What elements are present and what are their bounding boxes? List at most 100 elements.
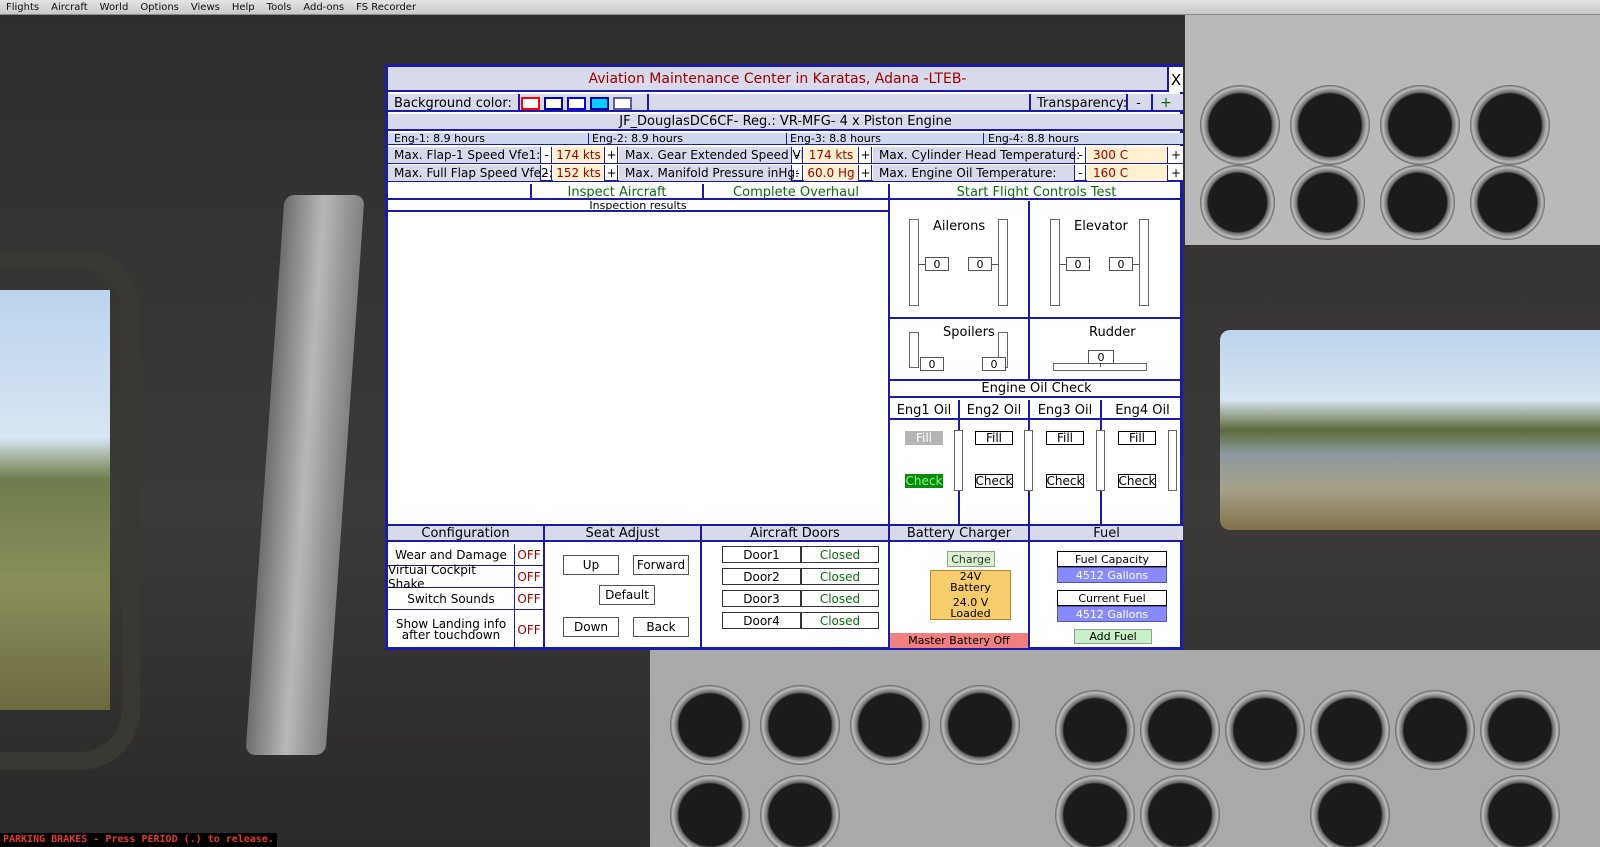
engine-2-hours: Eng-2: 8.9 hours xyxy=(592,132,683,145)
door3-toggle[interactable]: Closed xyxy=(801,590,879,607)
eng4-oil-fill-button[interactable]: Fill xyxy=(1118,431,1156,445)
eng1-oil-check-button[interactable]: Check xyxy=(905,474,943,488)
oil-temp-decrease[interactable]: - xyxy=(1076,165,1086,181)
flap1-speed-value: 174 kts xyxy=(553,147,605,163)
spoiler-left-value: 0 xyxy=(920,357,944,371)
menu-options[interactable]: Options xyxy=(140,2,179,13)
flap1-speed-increase[interactable]: + xyxy=(606,147,618,163)
gauge-instrument xyxy=(1200,85,1280,165)
engine-3-hours: Eng-3: 8.8 hours xyxy=(790,132,881,145)
landing-info-toggle[interactable]: OFF xyxy=(515,610,543,650)
eng2-oil-fill-button[interactable]: Fill xyxy=(975,431,1013,445)
gauge-instrument xyxy=(940,685,1020,765)
eng3-oil-check-button[interactable]: Check xyxy=(1046,474,1084,488)
eng4-oil-check-button[interactable]: Check xyxy=(1118,474,1156,488)
full-flap-speed-increase[interactable]: + xyxy=(606,165,618,181)
background-color-label: Background color: xyxy=(394,95,512,111)
complete-overhaul-button[interactable]: Complete Overhaul xyxy=(704,184,888,200)
door4-toggle[interactable]: Closed xyxy=(801,612,879,629)
gear-speed-value: 174 kts xyxy=(804,147,859,163)
eng2-oil-level xyxy=(1024,430,1033,491)
cylinder-temp-increase[interactable]: + xyxy=(1169,147,1183,163)
menu-views[interactable]: Views xyxy=(191,2,220,13)
flap1-speed-decrease[interactable]: - xyxy=(542,147,552,163)
start-flight-controls-test-label: Start Flight Controls Test xyxy=(956,184,1117,200)
aircraft-doors-title: Aircraft Doors xyxy=(750,525,840,541)
gear-speed-label: Max. Gear Extended Speed Vle: xyxy=(619,147,815,163)
transparency-decrease-button[interactable]: - xyxy=(1126,94,1149,112)
wear-damage-toggle[interactable]: OFF xyxy=(515,544,543,565)
menu-help[interactable]: Help xyxy=(232,2,255,13)
seat-forward-button[interactable]: Forward xyxy=(633,555,689,575)
switch-sounds-toggle[interactable]: OFF xyxy=(515,588,543,609)
seat-up-button[interactable]: Up xyxy=(563,555,619,575)
current-fuel-label: Current Fuel xyxy=(1057,590,1167,606)
menu-tools[interactable]: Tools xyxy=(267,2,292,13)
menu-aircraft[interactable]: Aircraft xyxy=(51,2,88,13)
menu-bar: Flights Aircraft World Options Views Hel… xyxy=(0,0,1600,15)
elevator-label: Elevator xyxy=(1074,219,1128,234)
seat-default-button[interactable]: Default xyxy=(599,585,655,605)
gauge-instrument xyxy=(1480,775,1560,847)
cockpit-shake-toggle[interactable]: OFF xyxy=(515,566,543,587)
current-fuel-value: 4512 Gallons xyxy=(1057,606,1167,622)
eng2-oil-check-button[interactable]: Check xyxy=(975,474,1013,488)
inspect-aircraft-button[interactable]: Inspect Aircraft xyxy=(532,184,702,200)
elevator-right-value: 0 xyxy=(1109,257,1133,271)
full-flap-speed-decrease[interactable]: - xyxy=(542,165,552,181)
add-fuel-button[interactable]: Add Fuel xyxy=(1074,629,1152,644)
transparency-increase-button[interactable]: + xyxy=(1151,94,1179,112)
eng4-oil-label: Eng4 Oil xyxy=(1115,402,1170,418)
eng3-oil-fill-button[interactable]: Fill xyxy=(1046,431,1084,445)
menu-add-ons[interactable]: Add-ons xyxy=(303,2,344,13)
gear-speed-decrease[interactable]: - xyxy=(793,147,803,163)
cylinder-temp-label: Max. Cylinder Head Temperature: xyxy=(873,147,1080,163)
background-swatch-red[interactable] xyxy=(521,97,540,110)
bottom-divider xyxy=(543,526,545,650)
manifold-pressure-increase[interactable]: + xyxy=(860,165,872,181)
configuration-header: Configuration xyxy=(388,526,543,542)
close-button[interactable]: X xyxy=(1167,67,1183,92)
seat-down-button[interactable]: Down xyxy=(563,617,619,637)
background-swatch-blue[interactable] xyxy=(567,97,586,110)
engine-oil-title: Engine Oil Check xyxy=(981,381,1092,396)
swatch-panel-divider xyxy=(647,94,649,112)
door2-toggle[interactable]: Closed xyxy=(801,568,879,585)
bottom-divider xyxy=(888,526,890,650)
door4-label: Door4 xyxy=(722,612,801,629)
eng2-oil-label: Eng2 Oil xyxy=(966,402,1022,418)
manifold-pressure-decrease[interactable]: - xyxy=(793,165,803,181)
charge-button[interactable]: Charge xyxy=(947,551,995,567)
bottom-divider xyxy=(700,526,702,650)
gauge-instrument xyxy=(850,685,930,765)
background-swatch-cyan[interactable] xyxy=(590,97,609,110)
left-right-divider xyxy=(888,184,890,524)
gauge-instrument xyxy=(1380,85,1460,165)
eng3-oil-label: Eng3 Oil xyxy=(1037,402,1093,418)
aircraft-doors-header: Aircraft Doors xyxy=(702,526,888,542)
battery-charger-header: Battery Charger xyxy=(890,526,1028,542)
menu-fs-recorder[interactable]: FS Recorder xyxy=(356,2,416,13)
menu-flights[interactable]: Flights xyxy=(6,2,39,13)
door1-label: Door1 xyxy=(722,546,801,563)
cylinder-temp-decrease[interactable]: - xyxy=(1076,147,1086,163)
door3-label: Door3 xyxy=(722,590,801,607)
gear-speed-increase[interactable]: + xyxy=(860,147,872,163)
background-swatch-navy[interactable] xyxy=(544,97,563,110)
configuration-title: Configuration xyxy=(421,525,510,541)
background-swatch-lavender[interactable] xyxy=(613,97,632,110)
start-flight-controls-test-button[interactable]: Start Flight Controls Test xyxy=(890,184,1183,200)
eng1-oil-fill-button[interactable]: Fill xyxy=(905,431,943,445)
menu-world[interactable]: World xyxy=(100,2,129,13)
master-battery-button[interactable]: Master Battery Off xyxy=(890,633,1028,648)
switch-sounds-label: Switch Sounds xyxy=(407,591,495,606)
gauge-instrument xyxy=(1380,165,1455,240)
gauge-instrument xyxy=(760,685,840,765)
flap1-speed-label: Max. Flap-1 Speed Vfe1: xyxy=(388,147,541,163)
inspection-results-area xyxy=(388,214,888,524)
manifold-pressure-label: Max. Manifold Pressure inHg: xyxy=(619,165,799,181)
seat-back-button[interactable]: Back xyxy=(633,617,689,637)
gauge-instrument xyxy=(1310,690,1390,770)
oil-temp-increase[interactable]: + xyxy=(1169,165,1183,181)
door1-toggle[interactable]: Closed xyxy=(801,546,879,563)
